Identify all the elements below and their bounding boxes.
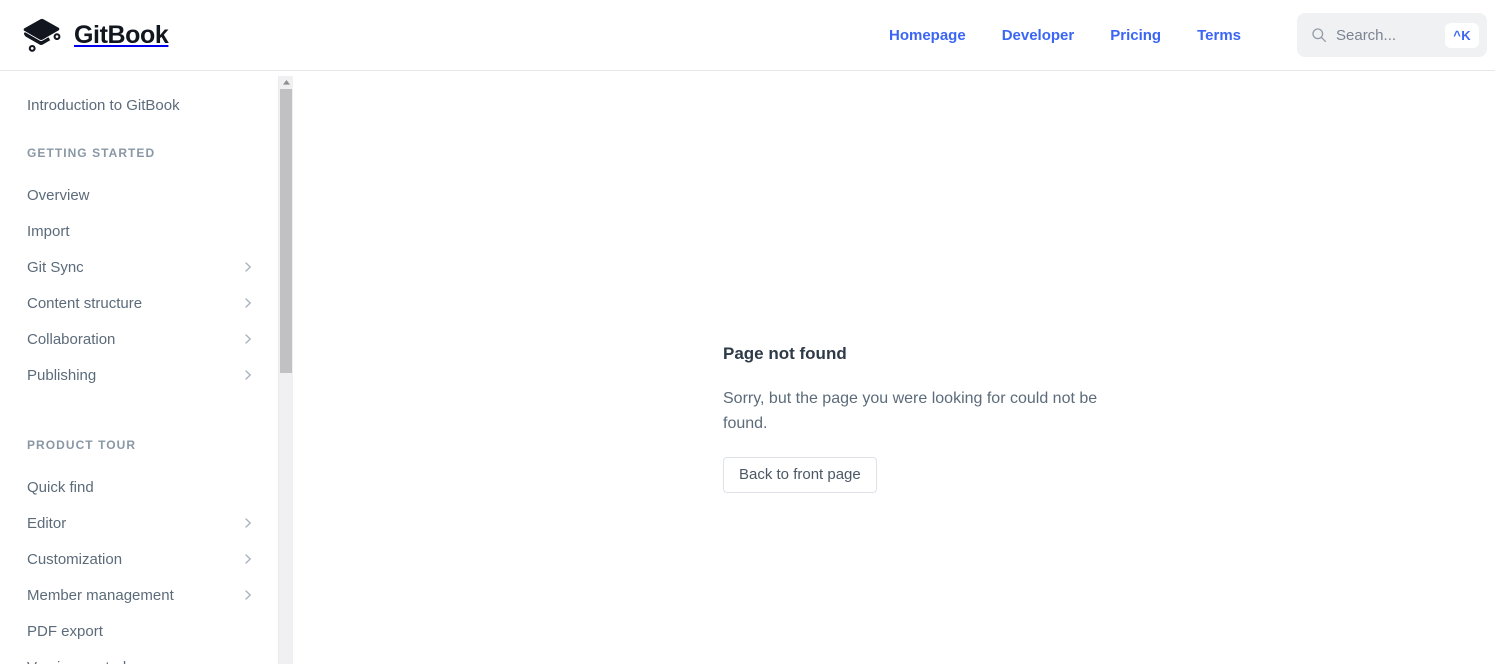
search-icon <box>1312 28 1327 43</box>
sidebar-item-label: PDF export <box>27 622 103 640</box>
sidebar-item-label: Import <box>27 222 70 240</box>
body-area: Introduction to GitBook GETTING STARTED … <box>0 71 1495 664</box>
sidebar-item-label: Collaboration <box>27 330 116 348</box>
chevron-right-icon[interactable] <box>241 552 255 566</box>
sidebar-item-publishing[interactable]: Publishing <box>0 357 279 393</box>
sidebar-item-label: Git Sync <box>27 258 84 276</box>
chevron-right-icon[interactable] <box>241 260 255 274</box>
sidebar-item-content-structure[interactable]: Content structure <box>0 285 279 321</box>
sidebar-item-customization[interactable]: Customization <box>0 541 279 577</box>
nav-link-pricing[interactable]: Pricing <box>1110 27 1161 44</box>
gitbook-logo-icon <box>23 18 61 52</box>
brand-link[interactable]: GitBook <box>20 16 169 54</box>
site-header: GitBook Homepage Developer Pricing Terms… <box>0 0 1495 71</box>
sidebar-item-version-control[interactable]: Version control <box>0 649 279 664</box>
sidebar-item-member-management[interactable]: Member management <box>0 577 279 613</box>
sidebar-item-label: Overview <box>27 186 90 204</box>
sidebar-section-product-tour: PRODUCT TOUR <box>27 438 137 452</box>
sidebar-top-spacer <box>0 71 279 87</box>
sidebar-item-label: Member management <box>27 586 174 604</box>
sidebar-scrollbar-thumb[interactable] <box>280 89 292 373</box>
sidebar-item-label: Customization <box>27 550 123 568</box>
sidebar-item-introduction-to-gitbook[interactable]: Introduction to GitBook <box>0 87 279 123</box>
search-input[interactable]: Search... ^K <box>1297 13 1487 57</box>
chevron-right-icon[interactable] <box>241 588 255 602</box>
back-to-front-page-button[interactable]: Back to front page <box>723 456 877 494</box>
sidebar-item-editor[interactable]: Editor <box>0 505 279 541</box>
nav-link-terms[interactable]: Terms <box>1197 27 1241 44</box>
sidebar-item-overview[interactable]: Overview <box>0 177 279 213</box>
chevron-right-icon[interactable] <box>241 332 255 346</box>
sidebar-item-label: Version control <box>27 659 255 664</box>
brand-name: GitBook <box>74 20 169 49</box>
scroll-up-arrow-icon[interactable] <box>279 76 293 89</box>
sidebar-section-getting-started: GETTING STARTED <box>27 146 156 160</box>
sidebar: Introduction to GitBook GETTING STARTED … <box>0 71 294 664</box>
page-root: GitBook Homepage Developer Pricing Terms… <box>0 0 1495 664</box>
sidebar-item-collaboration[interactable]: Collaboration <box>0 321 279 357</box>
sidebar-item-label: Content structure <box>27 294 143 312</box>
sidebar-item-label: Publishing <box>27 366 97 384</box>
header-nav: Homepage Developer Pricing Terms <box>889 0 1241 71</box>
chevron-right-icon[interactable] <box>241 296 255 310</box>
nav-link-homepage[interactable]: Homepage <box>889 27 966 44</box>
search-placeholder: Search... <box>1336 27 1397 43</box>
sidebar-item-git-sync[interactable]: Git Sync <box>0 249 279 285</box>
nav-link-developer[interactable]: Developer <box>1002 27 1075 44</box>
sidebar-nav: Introduction to GitBook GETTING STARTED … <box>0 71 279 664</box>
sidebar-item-label: Quick find <box>27 478 94 496</box>
page-title: Page not found <box>723 344 847 363</box>
chevron-right-icon[interactable] <box>241 368 255 382</box>
main-content: Page not found Sorry, but the page you w… <box>294 71 1495 664</box>
chevron-right-icon[interactable] <box>241 516 255 530</box>
search-shortcut-badge[interactable]: ^K <box>1445 22 1479 48</box>
sidebar-scrollbar[interactable] <box>278 76 293 664</box>
page-not-found-block: Page not found Sorry, but the page you w… <box>723 343 1113 494</box>
sidebar-item-label: Introduction to GitBook <box>27 96 180 114</box>
sidebar-item-pdf-export[interactable]: PDF export <box>0 613 279 649</box>
not-found-message: Sorry, but the page you were looking for… <box>723 390 1098 432</box>
sidebar-item-label: Editor <box>27 514 67 532</box>
sidebar-item-quick-find[interactable]: Quick find <box>0 469 279 505</box>
sidebar-item-import[interactable]: Import <box>0 213 279 249</box>
